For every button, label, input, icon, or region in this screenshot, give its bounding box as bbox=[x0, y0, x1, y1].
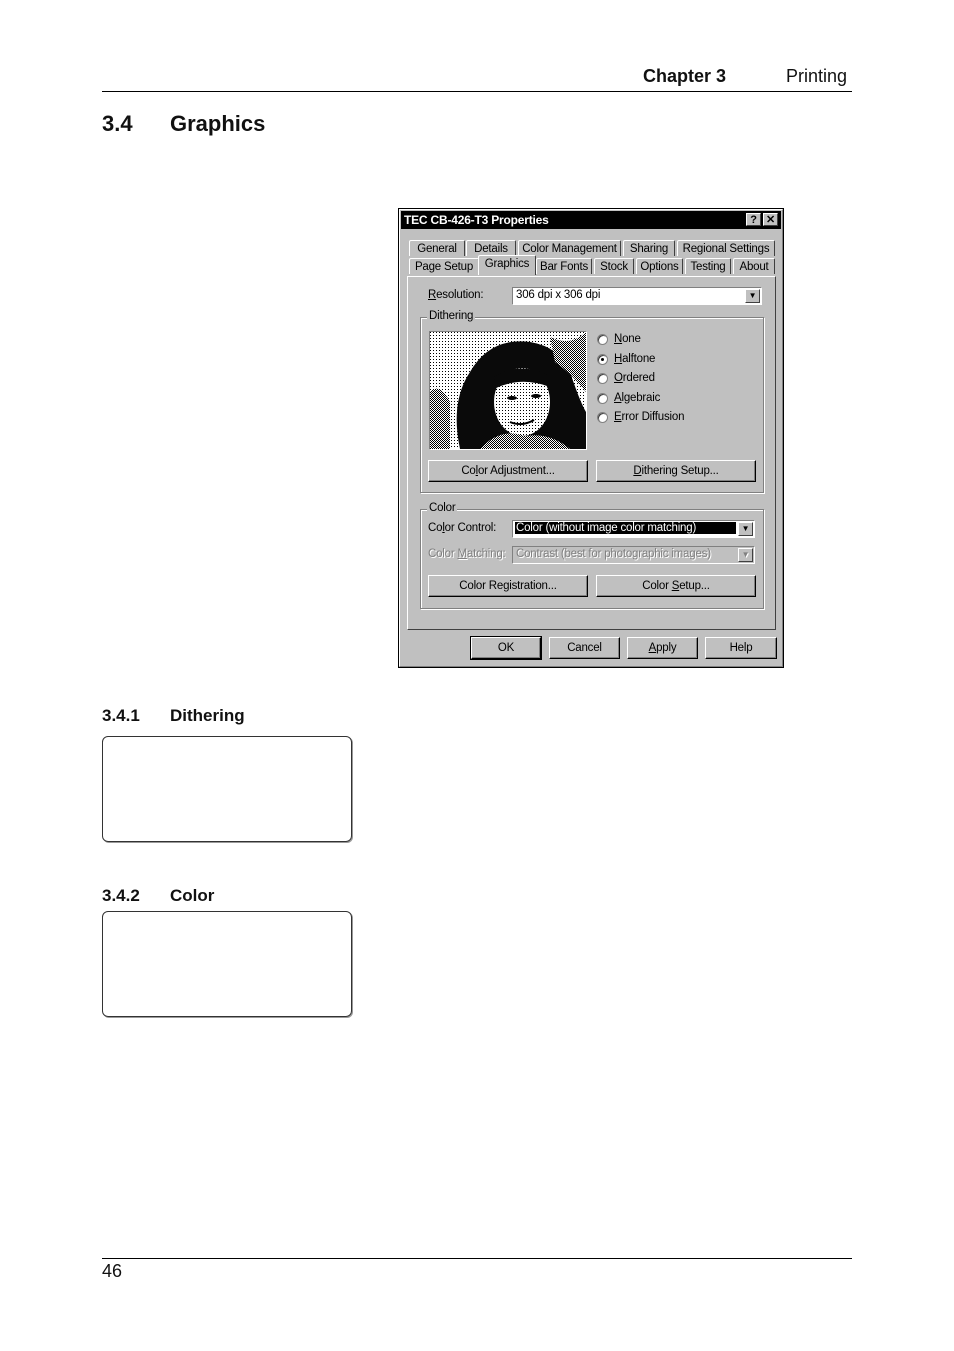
tab-details[interactable]: Details bbox=[466, 240, 516, 256]
tab-general[interactable]: General bbox=[409, 240, 465, 256]
header-title: Printing bbox=[786, 66, 848, 86]
section-number: 3.4 bbox=[102, 111, 133, 136]
note-box-color bbox=[102, 911, 352, 1017]
tab-stock[interactable]: Stock bbox=[594, 258, 634, 274]
portrait-image bbox=[430, 332, 586, 449]
color-matching-value: Contrast (best for photographic images) bbox=[516, 548, 711, 560]
help-button[interactable]: Help bbox=[705, 637, 777, 659]
color-control-value: Color (without image color matching) bbox=[514, 521, 737, 535]
dithering-setup-button[interactable]: Dithering Setup... bbox=[596, 460, 756, 482]
tab-page-setup[interactable]: Page Setup bbox=[409, 258, 479, 274]
note-box-dithering bbox=[102, 736, 352, 842]
resolution-value: 306 dpi x 306 dpi bbox=[516, 289, 601, 301]
color-group: Color Color Control: Color (without imag… bbox=[420, 502, 764, 609]
color-group-label: Color bbox=[427, 502, 458, 514]
cancel-button[interactable]: Cancel bbox=[549, 637, 620, 659]
color-matching-label: Color Matching: bbox=[428, 548, 506, 560]
subsection-title: Color bbox=[170, 886, 215, 905]
tab-options[interactable]: Options bbox=[636, 258, 683, 274]
properties-dialog: TEC CB-426-T3 Properties ? ✕ General Det… bbox=[398, 208, 784, 668]
header-chapter: Chapter 3 bbox=[643, 66, 727, 86]
subsection-heading-dithering: 3.4.1 Dithering bbox=[102, 706, 245, 726]
subsection-number: 3.4.2 bbox=[102, 886, 140, 905]
color-control-label: Color Control: bbox=[428, 522, 497, 534]
page-number: 46 bbox=[102, 1261, 123, 1281]
tab-about[interactable]: About bbox=[733, 258, 775, 274]
subsection-heading-color: 3.4.2 Color bbox=[102, 886, 214, 906]
chevron-down-icon[interactable]: ▼ bbox=[738, 522, 753, 536]
dialog-titlebar[interactable]: TEC CB-426-T3 Properties ? ✕ bbox=[401, 211, 781, 229]
ok-button[interactable]: OK bbox=[470, 636, 542, 660]
section-title: Graphics bbox=[170, 111, 266, 136]
halftone-portrait-preview bbox=[429, 331, 587, 450]
tab-regional-settings[interactable]: Regional Settings bbox=[677, 240, 775, 256]
subsection-number: 3.4.1 bbox=[102, 706, 140, 725]
color-registration-button[interactable]: Color Registration... bbox=[428, 575, 588, 597]
color-adjustment-button[interactable]: Color Adjustment... bbox=[428, 460, 588, 482]
dithering-options: None Halftone Ordered Algebraic Error Di… bbox=[597, 332, 747, 432]
help-icon[interactable]: ? bbox=[746, 213, 761, 226]
chevron-down-icon[interactable]: ▼ bbox=[745, 289, 760, 303]
dithering-group-label: Dithering bbox=[427, 310, 476, 322]
close-icon[interactable]: ✕ bbox=[763, 213, 778, 226]
resolution-label: Resolution: bbox=[428, 289, 484, 301]
tab-color-management[interactable]: Color Management bbox=[518, 240, 621, 256]
tab-sharing[interactable]: Sharing bbox=[623, 240, 675, 256]
dithering-group: Dithering None Halftone Ordered Algebrai… bbox=[420, 310, 764, 493]
tab-graphics[interactable]: Graphics bbox=[478, 255, 536, 275]
color-setup-button[interactable]: Color Setup... bbox=[596, 575, 756, 597]
radio-button[interactable] bbox=[597, 393, 608, 404]
radio-button[interactable] bbox=[597, 334, 608, 345]
radio-button[interactable] bbox=[597, 412, 608, 423]
color-control-select[interactable]: Color (without image color matching) ▼ bbox=[512, 520, 755, 538]
section-heading: 3.4 Graphics bbox=[102, 111, 265, 137]
tab-testing[interactable]: Testing bbox=[685, 258, 731, 274]
dialog-title: TEC CB-426-T3 Properties bbox=[404, 213, 549, 227]
header-rule bbox=[102, 91, 852, 92]
color-matching-select: Contrast (best for photographic images) … bbox=[512, 546, 755, 564]
resolution-select[interactable]: 306 dpi x 306 dpi ▼ bbox=[512, 287, 762, 305]
radio-button[interactable] bbox=[597, 373, 608, 384]
radio-button-checked[interactable] bbox=[597, 354, 608, 365]
graphics-tab-panel: Resolution: 306 dpi x 306 dpi ▼ Ditherin… bbox=[407, 276, 776, 630]
tab-bar-fonts[interactable]: Bar Fonts bbox=[536, 258, 592, 274]
subsection-title: Dithering bbox=[170, 706, 245, 725]
apply-button[interactable]: Apply bbox=[627, 637, 698, 659]
chevron-down-icon: ▼ bbox=[738, 548, 753, 562]
footer-rule bbox=[102, 1258, 852, 1259]
